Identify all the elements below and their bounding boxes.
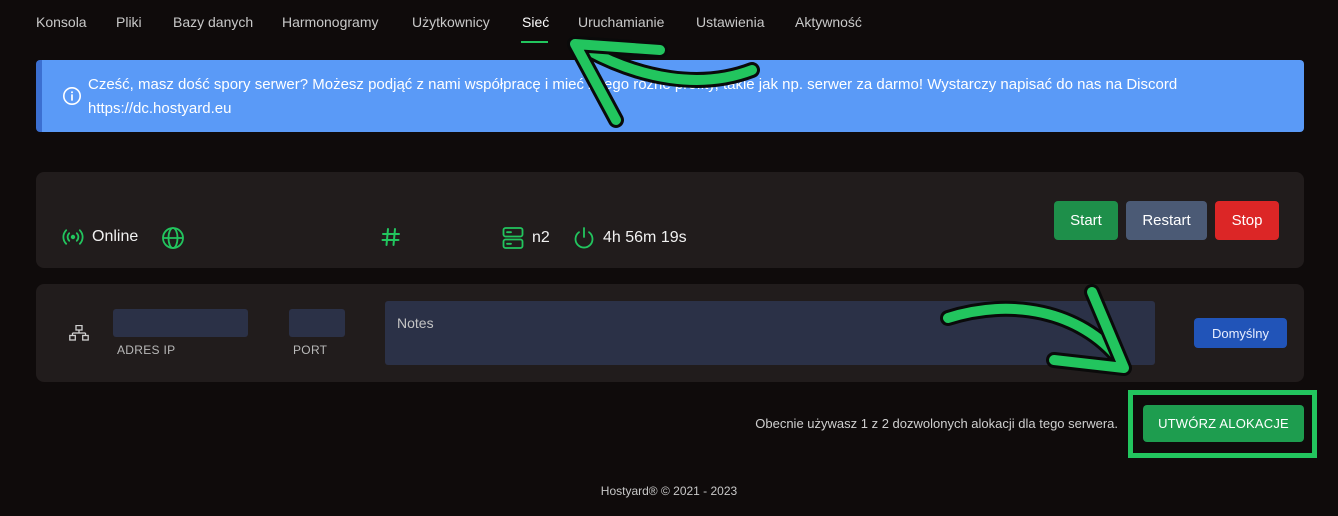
primary-allocation-badge[interactable]: Domyślny xyxy=(1194,318,1287,348)
port-stat xyxy=(380,226,402,248)
node-label: n2 xyxy=(532,229,550,246)
stop-button[interactable]: Stop xyxy=(1215,201,1279,240)
allocation-row: ADRES IP PORT Domyślny xyxy=(36,284,1304,382)
uptime-label: 4h 56m 19s xyxy=(603,229,687,246)
globe-icon xyxy=(162,227,184,249)
restart-button[interactable]: Restart xyxy=(1126,201,1207,240)
tab-harmonogramy[interactable]: Harmonogramy xyxy=(282,14,378,30)
info-icon xyxy=(63,87,81,105)
port-value[interactable] xyxy=(289,309,345,337)
tab-aktywnosc[interactable]: Aktywność xyxy=(795,14,862,30)
server-icon xyxy=(502,227,524,249)
notes-field[interactable] xyxy=(385,301,1155,365)
network-icon xyxy=(69,325,89,341)
status-online: Online xyxy=(62,226,138,248)
power-icon xyxy=(574,227,594,249)
tab-siec[interactable]: Sieć xyxy=(522,14,549,30)
signal-icon xyxy=(62,229,84,245)
tab-ustawienia[interactable]: Ustawienia xyxy=(696,14,764,30)
node-stat: n2 xyxy=(502,226,550,250)
address-stat xyxy=(161,226,185,250)
server-nav: Konsola Pliki Bazy danych Harmonogramy U… xyxy=(0,0,1338,46)
ip-address-label: ADRES IP xyxy=(117,343,176,357)
server-status-card: Online n2 4h 56m 19s Start Restart Stop xyxy=(36,172,1304,268)
tab-pliki[interactable]: Pliki xyxy=(116,14,142,30)
port-label: PORT xyxy=(293,343,328,357)
info-alert: Cześć, masz dość spory serwer? Możesz po… xyxy=(36,60,1304,132)
allocation-usage-text: Obecnie używasz 1 z 2 dozwolonych alokac… xyxy=(755,416,1118,431)
tab-uruchamianie[interactable]: Uruchamianie xyxy=(578,14,664,30)
active-tab-indicator xyxy=(521,41,548,43)
create-allocation-button[interactable]: UTWÓRZ ALOKACJE xyxy=(1143,405,1304,442)
alert-message: Cześć, masz dość spory serwer? Możesz po… xyxy=(88,76,1178,117)
start-button[interactable]: Start xyxy=(1054,201,1118,240)
tab-konsola[interactable]: Konsola xyxy=(36,14,87,30)
hash-icon xyxy=(381,228,400,246)
uptime-stat: 4h 56m 19s xyxy=(573,226,687,250)
status-label: Online xyxy=(92,228,139,245)
tab-uzytkownicy[interactable]: Użytkownicy xyxy=(412,14,490,30)
tab-bazy-danych[interactable]: Bazy danych xyxy=(173,14,253,30)
footer-copyright: Hostyard® © 2021 - 2023 xyxy=(600,484,738,498)
ip-address-value[interactable] xyxy=(113,309,248,337)
